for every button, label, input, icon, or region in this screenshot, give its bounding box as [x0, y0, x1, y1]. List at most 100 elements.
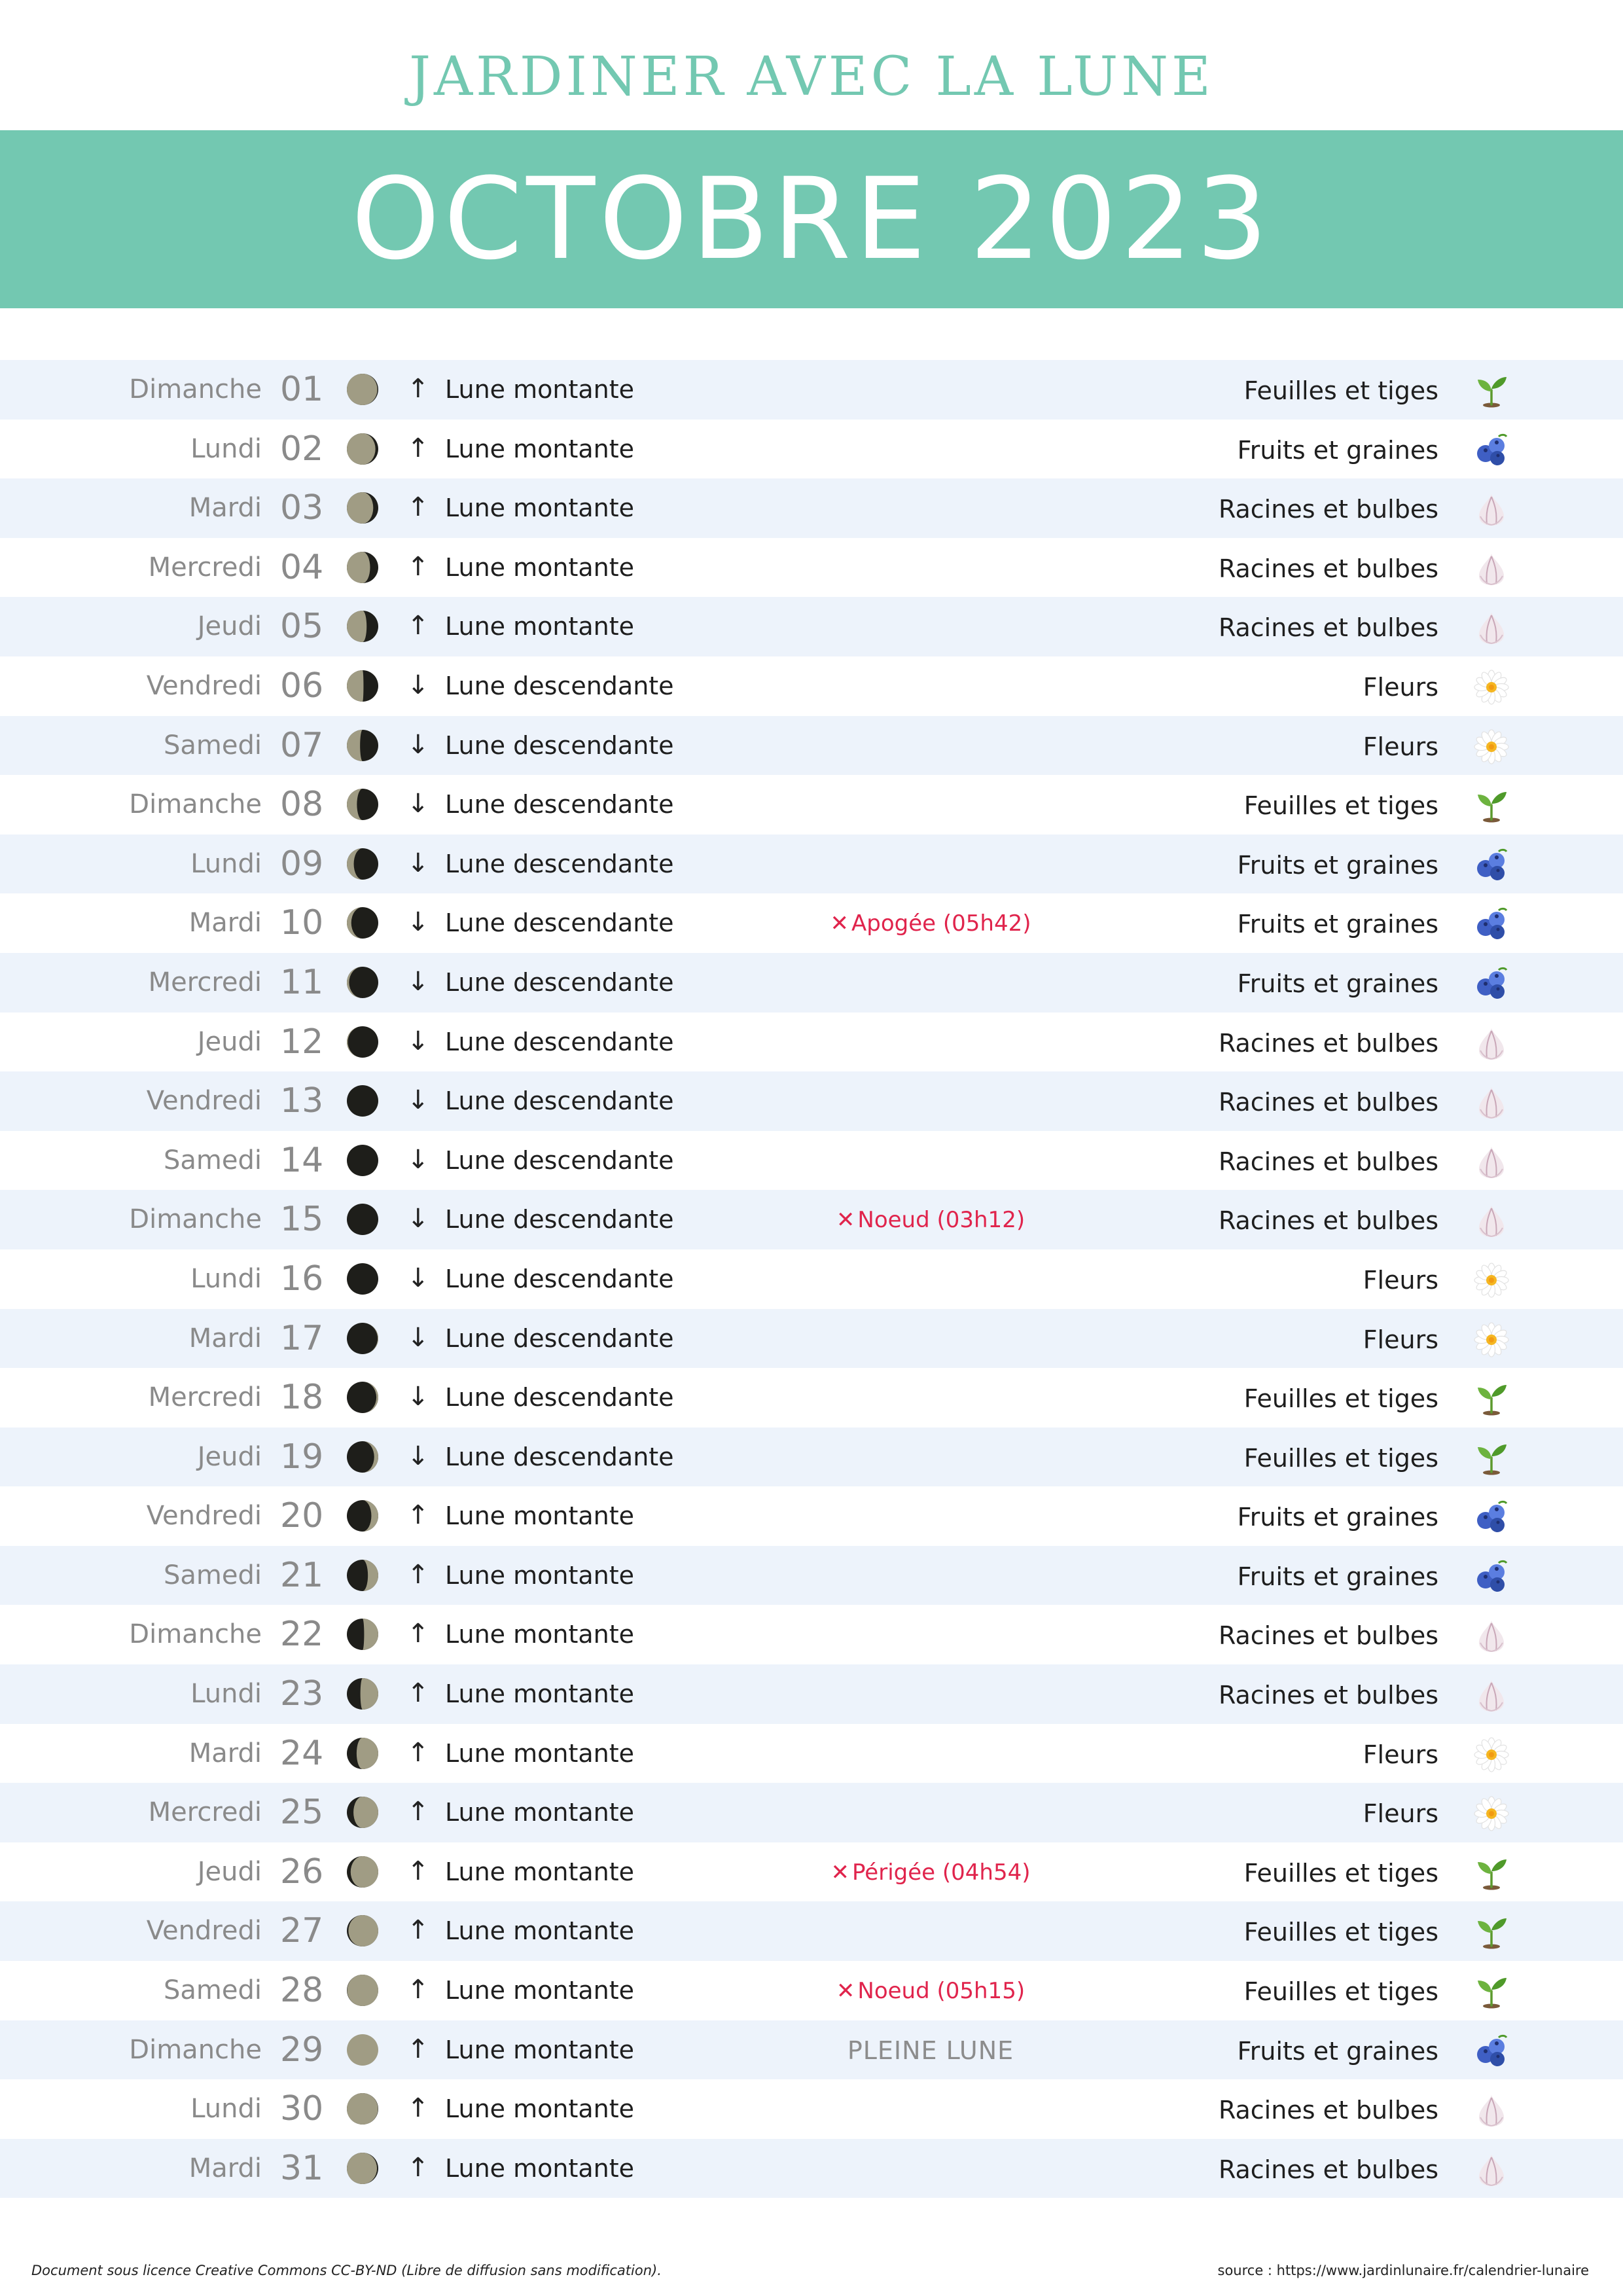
moon-movement: Lune montante [445, 1501, 635, 1531]
blueberries-icon [1472, 2032, 1510, 2070]
weekday-label: Jeudi [197, 611, 262, 642]
arrow-down-icon: ↓ [407, 729, 429, 760]
weekday-label: Dimanche [129, 1619, 262, 1650]
weekday-label: Lundi [190, 1679, 262, 1710]
table-row: Lundi 23 ↑ Lune montante Racines et bulbes [0, 1664, 1623, 1724]
moon-phase-icon [346, 1084, 380, 1118]
arrow-down-icon: ↓ [407, 966, 429, 997]
moon-movement: Lune descendante [445, 1442, 674, 1471]
lunar-event-text: Noeud (05h15) [857, 1978, 1026, 2005]
blueberries-icon [1472, 846, 1510, 884]
arrow-down-icon: ↓ [407, 1382, 429, 1412]
sprout-icon [1472, 787, 1510, 825]
day-number: 28 [280, 1971, 324, 2011]
weekday-label: Mardi [188, 1323, 262, 1354]
table-row: Jeudi 26 ↑ Lune montante ✕ Périgée (04h54) Feu… [0, 1842, 1623, 1902]
day-number: 27 [280, 1911, 324, 1951]
moon-phase-icon [346, 669, 380, 703]
day-number: 09 [280, 844, 324, 884]
moon-phase-icon [346, 1855, 380, 1889]
day-number: 30 [280, 2089, 324, 2129]
arrow-down-icon: ↓ [407, 1204, 429, 1234]
moon-movement: Lune descendante [445, 730, 674, 760]
daisy-icon [1472, 728, 1510, 766]
moon-phase-icon [346, 965, 380, 999]
day-number: 19 [280, 1437, 324, 1477]
moon-movement: Lune montante [445, 1620, 635, 1649]
moon-movement: Lune montante [445, 1560, 635, 1590]
blueberries-icon [1472, 1498, 1510, 1536]
plant-category: Racines et bulbes [1218, 1621, 1438, 1651]
page-title: OCTOBRE 2023 [351, 153, 1272, 285]
weekday-label: Vendredi [146, 1916, 262, 1946]
day-number: 11 [280, 962, 324, 1002]
lunar-event-text: Périgée (04h54) [852, 1859, 1031, 1886]
plant-category: Racines et bulbes [1218, 1088, 1438, 1117]
plant-category: Racines et bulbes [1218, 1147, 1438, 1176]
moon-movement: Lune descendante [445, 908, 674, 938]
moon-movement: Lune descendante [445, 1383, 674, 1412]
table-row: Vendredi 27 ↑ Lune montante Feuilles et tige… [0, 1901, 1623, 1962]
plant-category: Feuilles et tiges [1243, 376, 1438, 405]
daisy-icon [1472, 1736, 1510, 1774]
plant-category: Feuilles et tiges [1243, 1977, 1438, 2007]
day-number: 05 [280, 607, 324, 647]
cross-icon: ✕ [830, 910, 849, 937]
plant-category: Fruits et graines [1237, 1562, 1438, 1591]
source-link[interactable]: source : https://www.jardinlunaire.fr/ca… [1218, 2263, 1590, 2278]
lunar-event-text: Apogée (05h42) [851, 910, 1031, 937]
garlic-icon [1472, 490, 1510, 528]
garlic-icon [1472, 1617, 1510, 1655]
daisy-icon [1472, 1795, 1510, 1833]
day-number: 01 [280, 370, 324, 409]
lunar-event: ✕ Noeud (05h15) [818, 1961, 1043, 2020]
arrow-down-icon: ↓ [407, 1026, 429, 1056]
cross-icon: ✕ [830, 1859, 850, 1886]
moon-movement: Lune descendante [445, 1205, 674, 1234]
day-number: 13 [280, 1081, 324, 1121]
garlic-icon [1472, 1024, 1510, 1062]
blueberries-icon [1472, 965, 1510, 1003]
moon-phase-icon [346, 1795, 380, 1829]
plant-category: Racines et bulbes [1218, 1028, 1438, 1058]
garlic-icon [1472, 1202, 1510, 1240]
moon-movement: Lune descendante [445, 1264, 674, 1293]
table-row: Vendredi 20 ↑ Lune montante Fruits et graine… [0, 1486, 1623, 1546]
moon-phase-icon [346, 432, 380, 466]
table-row: Lundi 09 ↓ Lune descendante Fruits et graine… [0, 834, 1623, 894]
moon-movement: Lune montante [445, 2153, 635, 2183]
daisy-icon [1472, 1261, 1510, 1299]
weekday-label: Mercredi [148, 1797, 262, 1828]
moon-phase-icon [346, 728, 380, 762]
arrow-up-icon: ↑ [407, 433, 429, 463]
garlic-icon [1472, 2151, 1510, 2189]
day-number: 03 [280, 488, 324, 528]
plant-category: Racines et bulbes [1218, 2155, 1438, 2184]
moon-phase-icon [346, 1321, 380, 1355]
weekday-label: Mercredi [148, 1382, 262, 1413]
table-row: Mercredi 11 ↓ Lune descendante Fruits et gra… [0, 952, 1623, 1013]
arrow-up-icon: ↑ [407, 2093, 429, 2124]
table-row: Dimanche 15 ↓ Lune descendante ✕ Noeud (03h12… [0, 1190, 1623, 1249]
weekday-label: Samedi [164, 1975, 262, 2006]
table-row: Samedi 28 ↑ Lune montante ✕ Noeud (05h15) Feui… [0, 1961, 1623, 2020]
day-number: 21 [280, 1555, 324, 1595]
weekday-label: Vendredi [146, 670, 262, 701]
weekday-label: Dimanche [129, 789, 262, 820]
arrow-down-icon: ↓ [407, 1085, 429, 1116]
table-row: Mercredi 25 ↑ Lune montante Fleurs [0, 1783, 1623, 1842]
table-row: Mercredi 18 ↓ Lune descendante Feuilles et t… [0, 1368, 1623, 1427]
arrow-down-icon: ↓ [407, 1144, 429, 1175]
day-number: 02 [280, 429, 324, 469]
moon-phase-icon [346, 1202, 380, 1236]
calendar-table: Dimanche 01 ↑ Lune montante Feuilles et tige… [0, 360, 1623, 2198]
plant-category: Racines et bulbes [1218, 1206, 1438, 1236]
table-row: Samedi 21 ↑ Lune montante Fruits et graines [0, 1545, 1623, 1605]
lunar-event-text: PLEINE LUNE [847, 2036, 1014, 2065]
table-row: Mardi 24 ↑ Lune montante Fleurs [0, 1724, 1623, 1784]
table-row: Samedi 07 ↓ Lune descendante Fleurs [0, 715, 1623, 776]
sprout-icon [1472, 1380, 1510, 1418]
moon-phase-icon [346, 1499, 380, 1533]
moon-phase-icon [346, 2033, 380, 2067]
table-row: Jeudi 05 ↑ Lune montante Racines et bulbes [0, 597, 1623, 656]
